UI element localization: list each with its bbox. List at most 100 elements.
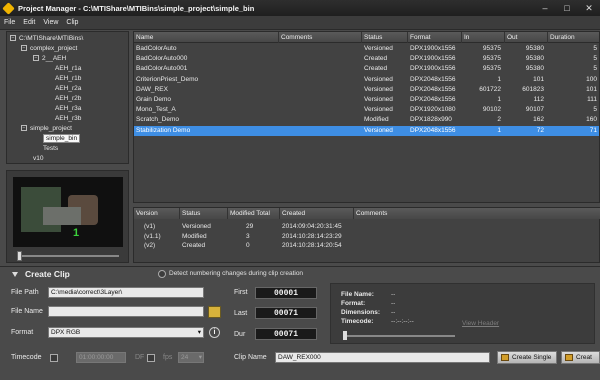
tree-item-aeh-r3a[interactable]: AEH_r3a xyxy=(55,104,81,114)
cell-comments xyxy=(279,105,362,115)
table-row[interactable]: Mono_Test_A Versioned DPX1920x1080 90102 901… xyxy=(134,105,599,115)
version-row[interactable]: (v2) Created 0 2014:10:28:14:20:54 xyxy=(134,241,600,250)
cell-duration: 101 xyxy=(586,85,597,93)
file-name-input[interactable] xyxy=(48,306,204,317)
cell-status: Versioned xyxy=(364,85,393,93)
detect-numbering-checkbox[interactable] xyxy=(158,270,166,278)
df-checkbox[interactable] xyxy=(147,354,155,362)
last-frame-field[interactable]: 00071 xyxy=(255,307,317,319)
col-created[interactable]: Created xyxy=(280,208,354,219)
collapse-arrow-icon[interactable] xyxy=(12,272,18,277)
col-version[interactable]: Version xyxy=(134,208,180,219)
cell-in: 95375 xyxy=(482,45,501,52)
collapse-icon[interactable]: − xyxy=(33,55,39,62)
clip-table: Name Comments Status Format In Out Durat… xyxy=(133,31,600,203)
version-row[interactable]: (v1.1) Modified 3 2014:10:28:14:23:29 xyxy=(134,232,600,241)
tree-item-label: 2__AEH xyxy=(42,55,67,62)
cell-in: 1 xyxy=(497,126,501,134)
tree-item-aeh-r3b[interactable]: AEH_r3b xyxy=(55,114,81,124)
close-icon[interactable]: ✕ xyxy=(578,1,600,15)
table-row[interactable]: CriterionPriest_Demo Versioned DPX2048x155… xyxy=(134,75,599,85)
tree-item-aeh-r2b[interactable]: AEH_r2b xyxy=(55,94,81,104)
cell-duration: 5 xyxy=(593,106,597,114)
table-row[interactable]: BadColorAuto000 Created DPX1900x1556 95375 9… xyxy=(134,54,599,64)
table-row[interactable]: Grain Demo Versioned DPX2048x1556 1 112 111 xyxy=(134,95,599,105)
app-icon xyxy=(2,1,15,15)
tree-item-aeh-r1a[interactable]: AEH_r1a xyxy=(55,64,81,74)
menu-file[interactable]: File xyxy=(4,19,15,26)
chevron-down-icon[interactable]: ▾ xyxy=(198,328,201,337)
collapse-icon[interactable]: − xyxy=(10,35,16,42)
col-out[interactable]: Out xyxy=(505,32,548,43)
info-key: Timecode: xyxy=(341,318,374,325)
timecode-checkbox[interactable] xyxy=(50,354,58,362)
file-path-input[interactable]: C:\media\correct\3Layer\ xyxy=(48,287,204,298)
view-header-link[interactable]: View Header xyxy=(462,320,499,327)
preview-slider-thumb[interactable] xyxy=(17,251,22,261)
col-name[interactable]: Name xyxy=(134,32,279,43)
col-duration[interactable]: Duration xyxy=(548,32,599,43)
tree-item-complex-project[interactable]: − complex_project xyxy=(21,44,77,54)
table-row[interactable]: Stabilization Demo Versioned DPX2048x1556 1… xyxy=(134,125,599,136)
table-row[interactable]: BadColorAuto Versioned DPX1900x1556 95375 95… xyxy=(134,44,599,54)
info-slider-track[interactable] xyxy=(343,335,455,337)
tree-item-root[interactable]: − C:\MTIShare\MTIBins\ xyxy=(10,34,83,44)
info-key: Dimensions: xyxy=(341,309,381,316)
cell-format: DPX1900x1556 xyxy=(410,55,456,63)
fps-select[interactable]: 24 ▾ xyxy=(178,352,204,363)
tree-item-tests[interactable]: Tests xyxy=(43,144,58,154)
collapse-icon[interactable]: − xyxy=(21,125,27,132)
cell-status: Versioned xyxy=(364,45,393,52)
info-file-name: File Name: -- xyxy=(341,291,395,298)
clip-icon xyxy=(565,354,573,361)
window-title: Project Manager - C:\MTIShare\MTIBins\si… xyxy=(18,3,255,13)
col-version-status[interactable]: Status xyxy=(180,208,228,219)
menu-edit[interactable]: Edit xyxy=(23,19,35,26)
folder-open-icon[interactable] xyxy=(208,306,221,318)
info-icon[interactable]: i xyxy=(209,327,220,338)
cell-comments xyxy=(279,54,362,64)
table-row[interactable]: DAW_REX Versioned DPX2048x1556 601722 601823… xyxy=(134,85,599,95)
maximize-icon[interactable]: □ xyxy=(556,1,578,15)
create-button[interactable]: Creat xyxy=(561,351,600,364)
cell-comments xyxy=(279,64,362,74)
create-single-button[interactable]: Create Single xyxy=(497,351,557,364)
cell-duration: 71 xyxy=(589,126,597,134)
col-modified-total[interactable]: Modified Total xyxy=(228,208,280,219)
format-label: Format xyxy=(11,329,34,336)
clip-name-input[interactable]: DAW_REX000 xyxy=(275,352,490,363)
cell-version: (v2) xyxy=(144,242,156,249)
menu-bar: File Edit View Clip xyxy=(0,16,600,30)
timecode-input[interactable]: 01:00:00:00 xyxy=(76,352,126,363)
col-comments[interactable]: Comments xyxy=(279,32,362,43)
table-row[interactable]: BadColorAuto001 Created DPX1900x1556 95375 9… xyxy=(134,64,599,74)
minimize-icon[interactable]: – xyxy=(534,1,556,15)
duration-field[interactable]: 00071 xyxy=(255,328,317,340)
col-version-comments[interactable]: Comments xyxy=(354,208,600,219)
col-format[interactable]: Format xyxy=(408,32,462,43)
tree-item-simple-project[interactable]: − simple_project xyxy=(21,124,72,134)
info-key: Format: xyxy=(341,300,366,307)
tree-item-simple-bin[interactable]: simple_bin xyxy=(43,134,81,144)
chevron-down-icon[interactable]: ▾ xyxy=(199,353,202,362)
tree-item-v10[interactable]: v10 xyxy=(33,154,43,164)
col-in[interactable]: In xyxy=(462,32,505,43)
cell-comments xyxy=(279,44,362,54)
menu-view[interactable]: View xyxy=(43,19,58,26)
cell-out: 162 xyxy=(533,116,544,124)
info-slider-thumb[interactable] xyxy=(343,331,347,340)
tree-item-aeh-r1b[interactable]: AEH_r1b xyxy=(55,74,81,84)
collapse-icon[interactable]: − xyxy=(21,45,27,52)
version-row[interactable]: (v1) Versioned 29 2014:09:04:20:31:45 xyxy=(134,222,600,231)
tree-item-2-aeh[interactable]: −2__AEH xyxy=(33,54,66,64)
table-row[interactable]: Scratch_Demo Modified DPX1828x990 2 162 160 xyxy=(134,115,599,125)
preview-slider-track[interactable] xyxy=(17,255,119,257)
format-select[interactable]: DPX RGB ▾ xyxy=(48,327,204,338)
info-value: -- xyxy=(391,300,396,307)
tree-item-label: simple_bin xyxy=(43,134,81,143)
cell-in: 90102 xyxy=(482,106,501,114)
tree-item-aeh-r2a[interactable]: AEH_r2a xyxy=(55,84,81,94)
first-frame-field[interactable]: 00001 xyxy=(255,287,317,299)
menu-clip[interactable]: Clip xyxy=(66,19,78,26)
col-status[interactable]: Status xyxy=(362,32,408,43)
